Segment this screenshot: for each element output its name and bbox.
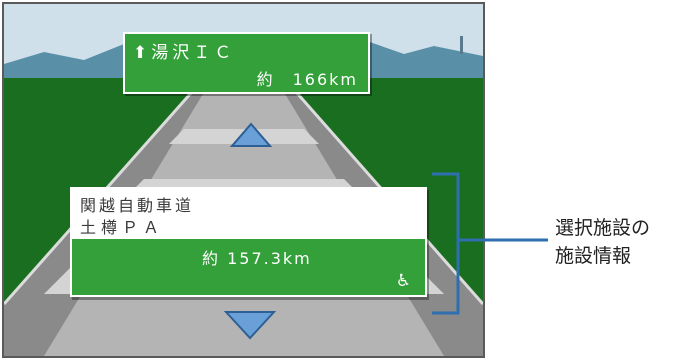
callout-bracket — [432, 172, 548, 315]
callout-line-1: 選択施設の — [555, 217, 651, 239]
facility-distance: 約 157.3km — [202, 249, 312, 268]
callout-line-2: 施設情報 — [555, 245, 632, 267]
ic-distance: 約 166km — [256, 70, 358, 89]
road-name: 関越自動車道 — [80, 196, 195, 215]
scroll-up-arrow-icon[interactable] — [230, 122, 272, 150]
ic-name: 湯沢ＩＣ — [151, 43, 236, 63]
navigation-screen: ⬆湯沢ＩＣ 約 166km 関越自動車道 土樽ＰＡ 約 157.3km ♿ — [2, 2, 485, 358]
wheelchair-icon: ♿ — [395, 271, 411, 291]
scroll-down-arrow-icon[interactable] — [224, 308, 276, 342]
up-arrow-icon: ⬆ — [133, 43, 152, 63]
selected-facility-card[interactable]: 関越自動車道 土樽ＰＡ 約 157.3km ♿ — [70, 187, 427, 297]
callout-label: 選択施設の 施設情報 — [555, 214, 650, 270]
facility-name: 土樽ＰＡ — [80, 218, 165, 237]
next-ic-sign: ⬆湯沢ＩＣ 約 166km — [123, 32, 370, 94]
